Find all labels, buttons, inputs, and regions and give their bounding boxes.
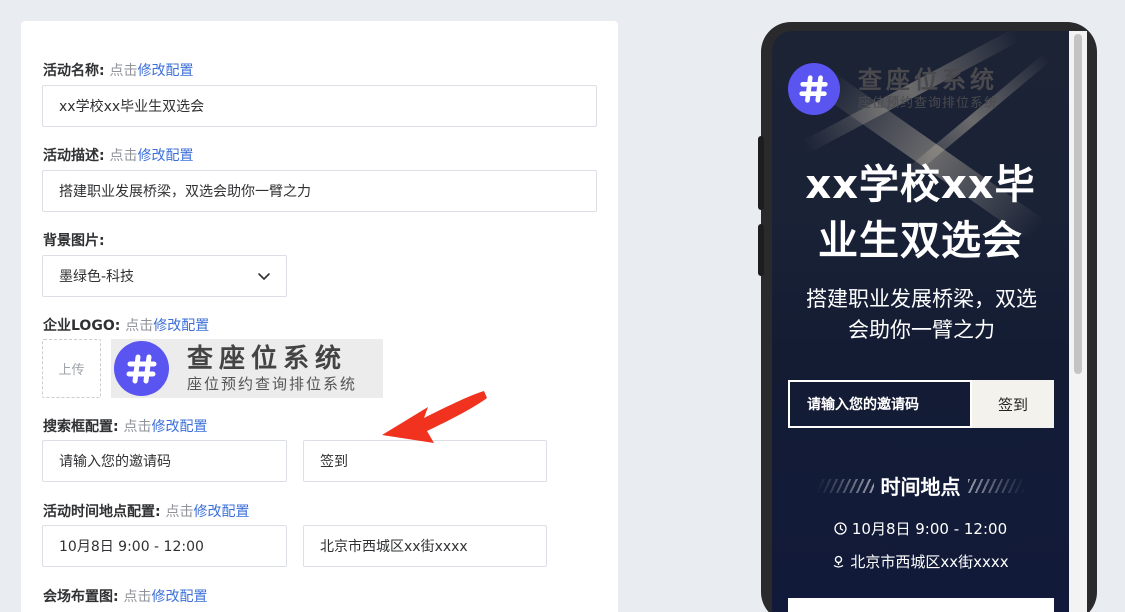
background-image-label: 背景图片: (43, 230, 105, 250)
upload-button[interactable]: 上传 (42, 339, 101, 398)
place-row: 北京市西城区xx街xxxx (772, 551, 1069, 572)
click-hint: 点击 (109, 63, 138, 79)
label-text: 企业LOGO: (43, 318, 121, 334)
modify-config-link[interactable]: 修改配置 (151, 589, 207, 605)
preview-scrollbar-thumb[interactable] (1074, 34, 1082, 374)
logo-subtitle: 座位预约查询排位系统 (187, 374, 358, 393)
company-logo-label: 企业LOGO: 点击修改配置 (43, 315, 209, 335)
sign-in-button[interactable]: 签到 (972, 380, 1054, 428)
place-value: 北京市西城区xx街xxxx (320, 539, 468, 555)
location-icon (833, 555, 844, 568)
invite-code-input[interactable]: 请输入您的邀请码 (788, 380, 972, 428)
preview-time: 10月8日 9:00 - 12:00 (851, 520, 1008, 538)
background-select[interactable]: 墨绿色-科技 (42, 255, 287, 297)
preview-desc-line: 搭建职业发展桥梁，双选 (806, 287, 1037, 311)
clock-icon (834, 522, 847, 535)
modify-config-link[interactable]: 修改配置 (193, 504, 249, 520)
preview-search-box: 请输入您的邀请码 签到 (788, 380, 1054, 428)
search-placeholder-input[interactable]: 请输入您的邀请码 (42, 440, 287, 482)
preview-desc-line: 会助你一臂之力 (848, 318, 995, 342)
label-text: 活动描述: (43, 148, 105, 164)
search-box-label: 搜索框配置: 点击修改配置 (43, 416, 207, 436)
preview-place: 北京市西城区xx街xxxx (850, 553, 1009, 571)
venue-card (788, 598, 1054, 612)
time-place-label: 活动时间地点配置: 点击修改配置 (43, 501, 249, 521)
stripe-decoration (815, 478, 874, 493)
activity-name-label: 活动名称: 点击修改配置 (43, 60, 193, 80)
chevron-down-icon (258, 273, 270, 280)
modify-config-link[interactable]: 修改配置 (137, 63, 193, 79)
preview-logo: 查座位系统 座位预约查询排位系统 (788, 63, 998, 115)
time-value: 10月8日 9:00 - 12:00 (59, 539, 204, 555)
activity-desc-value: 搭建职业发展桥梁，双选会助你一臂之力 (59, 184, 311, 200)
click-hint: 点击 (109, 148, 138, 164)
modify-config-link[interactable]: 修改配置 (151, 419, 207, 435)
section-heading: 时间地点 (772, 471, 1069, 500)
search-placeholder-value: 请输入您的邀请码 (59, 454, 171, 470)
stripe-decoration (967, 478, 1026, 493)
preview-title: xx学校xx毕 业生双选会 (772, 157, 1069, 269)
config-panel: 活动名称: 点击修改配置 xx学校xx毕业生双选会 活动描述: 点击修改配置 搭… (21, 21, 618, 612)
label-text: 会场布置图: (43, 589, 119, 605)
label-text: 背景图片: (43, 233, 105, 249)
preview-description: 搭建职业发展桥梁，双选 会助你一臂之力 (784, 284, 1059, 346)
modify-config-link[interactable]: 修改配置 (153, 318, 209, 334)
time-row: 10月8日 9:00 - 12:00 (772, 518, 1069, 539)
click-hint: 点击 (123, 419, 152, 435)
activity-name-input[interactable]: xx学校xx毕业生双选会 (42, 85, 597, 127)
preview-title-line: xx学校xx毕 (805, 162, 1036, 208)
modify-config-link[interactable]: 修改配置 (137, 148, 193, 164)
activity-desc-label: 活动描述: 点击修改配置 (43, 145, 193, 165)
preview-logo-subtitle: 座位预约查询排位系统 (858, 96, 999, 111)
red-arrow-icon (382, 391, 487, 443)
phone-screen: 查座位系统 座位预约查询排位系统 xx学校xx毕 业生双选会 搭建职业发展桥梁，… (772, 31, 1069, 612)
preview-logo-title: 查座位系统 (858, 66, 998, 94)
section-title: 时间地点 (880, 475, 961, 499)
background-selected-value: 墨绿色-科技 (59, 269, 135, 285)
phone-side-button (758, 224, 764, 276)
label-text: 活动时间地点配置: (43, 504, 161, 520)
activity-desc-input[interactable]: 搭建职业发展桥梁，双选会助你一臂之力 (42, 170, 597, 212)
preview-title-line: 业生双选会 (818, 218, 1023, 264)
click-hint: 点击 (125, 318, 154, 334)
label-text: 活动名称: (43, 63, 105, 79)
time-input[interactable]: 10月8日 9:00 - 12:00 (42, 525, 287, 567)
hash-logo-icon (114, 341, 169, 396)
search-button-value: 签到 (320, 454, 348, 470)
phone-side-button (758, 136, 764, 210)
sign-in-label: 签到 (997, 395, 1028, 414)
logo-title: 查座位系统 (187, 343, 348, 374)
activity-name-value: xx学校xx毕业生双选会 (59, 99, 205, 115)
upload-label: 上传 (58, 363, 85, 378)
place-input[interactable]: 北京市西城区xx街xxxx (303, 525, 547, 567)
click-hint: 点击 (165, 504, 194, 520)
click-hint: 点击 (123, 589, 152, 605)
invite-code-placeholder: 请输入您的邀请码 (807, 397, 919, 413)
hash-logo-icon (788, 63, 840, 115)
logo-preview: 查座位系统 座位预约查询排位系统 (111, 339, 383, 398)
venue-layout-label: 会场布置图: 点击修改配置 (43, 586, 207, 606)
label-text: 搜索框配置: (43, 419, 119, 435)
